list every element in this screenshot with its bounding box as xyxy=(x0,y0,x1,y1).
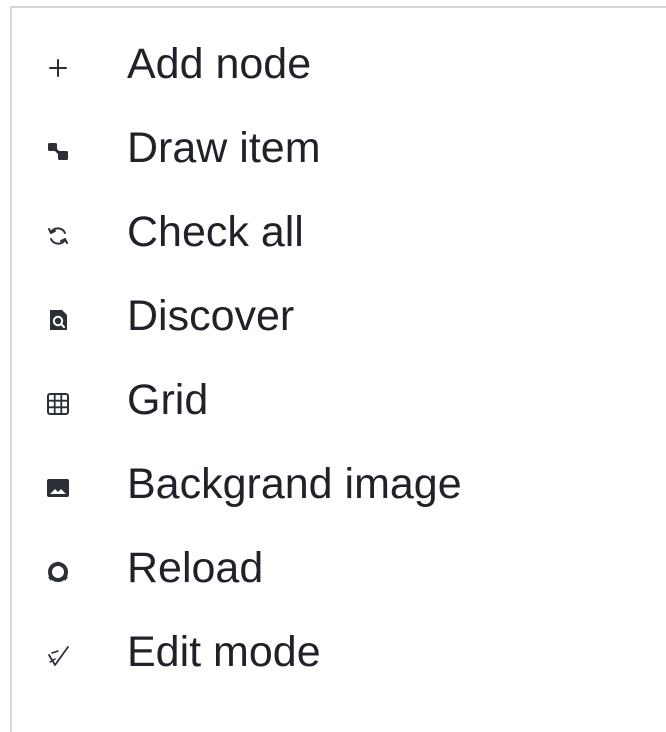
draw-item-icon xyxy=(46,140,70,164)
context-menu: Add node Draw item Check all Discover Gr… xyxy=(10,6,666,732)
menu-item-draw-item[interactable]: Draw item xyxy=(12,124,666,216)
menu-item-check-all[interactable]: Check all xyxy=(12,208,666,300)
menu-item-label: Edit mode xyxy=(127,628,321,676)
reload-icon xyxy=(46,560,70,584)
menu-item-grid[interactable]: Grid xyxy=(12,376,666,468)
menu-item-label: Draw item xyxy=(127,124,321,172)
menu-item-reload[interactable]: Reload xyxy=(12,544,666,636)
menu-item-label: Discover xyxy=(127,292,295,340)
menu-item-label: Add node xyxy=(127,40,312,88)
menu-item-label: Grid xyxy=(127,376,209,424)
edit-mode-icon xyxy=(46,644,70,668)
plus-icon xyxy=(46,56,70,80)
refresh-check-icon xyxy=(46,224,70,248)
grid-icon xyxy=(46,392,70,416)
menu-item-background-image[interactable]: Backgrand image xyxy=(12,460,666,552)
menu-item-discover[interactable]: Discover xyxy=(12,292,666,384)
menu-item-add-node[interactable]: Add node xyxy=(12,40,666,132)
discover-icon xyxy=(46,308,70,332)
image-icon xyxy=(46,476,70,500)
menu-item-label: Reload xyxy=(127,544,264,592)
menu-list: Add node Draw item Check all Discover Gr… xyxy=(12,40,666,720)
menu-item-label: Backgrand image xyxy=(127,460,462,508)
menu-item-label: Check all xyxy=(127,208,304,256)
menu-item-edit-mode[interactable]: Edit mode xyxy=(12,628,666,720)
